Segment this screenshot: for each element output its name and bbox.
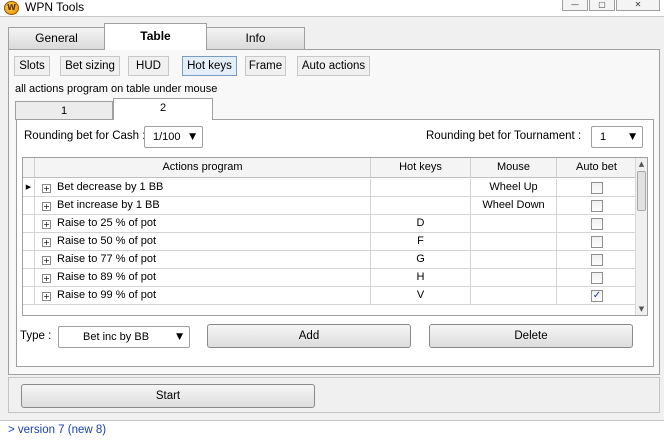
rounding-tournament-label: Rounding bet for Tournament : (426, 130, 582, 142)
auto-bet-checkbox[interactable] (591, 200, 603, 212)
hotkeys-caption: all actions program on table under mouse (15, 83, 218, 95)
rounding-cash-select[interactable]: 1/100 ▼ (144, 126, 203, 148)
hotkey-cell[interactable]: V (371, 287, 471, 305)
action-name: Bet increase by 1 BB (57, 199, 160, 211)
subtab-slots[interactable]: Slots (14, 56, 50, 76)
close-icon[interactable]: ✕ (616, 0, 660, 11)
col-hot-keys[interactable]: Hot keys (371, 158, 471, 178)
expand-icon[interactable]: + (42, 184, 51, 193)
expand-icon[interactable]: + (42, 238, 51, 247)
expand-icon[interactable]: + (42, 292, 51, 301)
auto-bet-checkbox[interactable] (591, 236, 603, 248)
scroll-thumb[interactable] (637, 171, 646, 211)
chevron-down-icon: ▼ (189, 132, 196, 142)
mouse-cell[interactable] (471, 215, 557, 233)
type-value: Bet inc by BB (83, 331, 150, 343)
type-select[interactable]: Bet inc by BB ▼ (58, 326, 190, 348)
version-status[interactable]: > version 7 (new 8) (8, 424, 106, 436)
expand-icon[interactable]: + (42, 202, 51, 211)
chevron-down-icon: ▼ (176, 332, 183, 342)
subtab-bet-sizing[interactable]: Bet sizing (60, 56, 120, 76)
action-name: Raise to 99 % of pot (57, 289, 157, 301)
hotkey-cell[interactable] (371, 197, 471, 215)
col-mouse[interactable]: Mouse (471, 158, 557, 178)
expand-icon[interactable]: + (42, 256, 51, 265)
tab-profile-2[interactable]: 2 (113, 98, 213, 120)
action-name: Raise to 25 % of pot (57, 217, 157, 229)
tab-table[interactable]: Table (104, 23, 207, 50)
action-name: Raise to 50 % of pot (57, 235, 157, 247)
grid-scrollbar[interactable]: ▲ ▼ (635, 158, 647, 315)
start-panel: Start (8, 377, 660, 413)
subtab-hot-keys[interactable]: Hot keys (182, 56, 237, 76)
delete-button[interactable]: Delete (429, 324, 633, 348)
mouse-cell[interactable] (471, 269, 557, 287)
table-row[interactable]: + Raise to 89 % of pot H (23, 269, 637, 287)
table-row[interactable]: ▶ + Bet decrease by 1 BB Wheel Up (23, 179, 637, 197)
scroll-down-icon[interactable]: ▼ (636, 303, 647, 315)
auto-bet-checkbox[interactable] (591, 272, 603, 284)
hotkey-cell[interactable]: D (371, 215, 471, 233)
rounding-tournament-select[interactable]: 1 ▼ (591, 126, 643, 148)
main-tab-strip: General Table Info (8, 23, 660, 50)
hotkey-cell[interactable]: F (371, 233, 471, 251)
table-tab-panel: Slots Bet sizing HUD Hot keys Frame Auto… (8, 49, 660, 375)
app-window: General Table Info Slots Bet sizing HUD … (0, 16, 664, 441)
chevron-down-icon: ▼ (629, 132, 636, 142)
auto-bet-checkbox[interactable] (591, 182, 603, 194)
auto-bet-checkbox[interactable] (591, 218, 603, 230)
current-row-icon: ▶ (23, 179, 35, 197)
hotkey-cell[interactable]: G (371, 251, 471, 269)
rounding-tournament-value: 1 (600, 131, 607, 143)
auto-bet-checkbox[interactable] (591, 254, 603, 266)
tab-general[interactable]: General (8, 27, 105, 49)
type-label: Type : (20, 330, 52, 342)
status-bar: > version 7 (new 8) (0, 420, 664, 441)
mouse-cell[interactable] (471, 287, 557, 305)
tab-profile-1[interactable]: 1 (15, 101, 113, 120)
action-name: Raise to 89 % of pot (57, 271, 157, 283)
col-actions-program[interactable]: Actions program (35, 158, 371, 178)
tab-info[interactable]: Info (206, 27, 305, 49)
actions-grid[interactable]: Actions program Hot keys Mouse Auto bet … (22, 157, 648, 316)
action-name: Raise to 77 % of pot (57, 253, 157, 265)
table-row[interactable]: + Raise to 77 % of pot G (23, 251, 637, 269)
profile-panel: Rounding bet for Cash : 1/100 ▼ Rounding… (16, 119, 654, 367)
hotkey-cell[interactable] (371, 179, 471, 197)
mouse-cell[interactable]: Wheel Up (471, 179, 557, 197)
mouse-cell[interactable]: Wheel Down (471, 197, 557, 215)
action-name: Bet decrease by 1 BB (57, 181, 164, 193)
table-row[interactable]: + Raise to 99 % of pot V ✓ (23, 287, 637, 305)
hotkey-cell[interactable]: H (371, 269, 471, 287)
subtab-auto-actions[interactable]: Auto actions (297, 56, 370, 76)
rounding-cash-label: Rounding bet for Cash : (24, 130, 146, 142)
maximize-icon[interactable]: ▢ (589, 0, 615, 11)
subtab-frame[interactable]: Frame (245, 56, 286, 76)
minimize-icon[interactable]: — (562, 0, 588, 11)
table-row[interactable]: + Raise to 50 % of pot F (23, 233, 637, 251)
col-auto-bet[interactable]: Auto bet (557, 158, 637, 178)
add-button[interactable]: Add (207, 324, 411, 348)
grid-header-indicator (23, 158, 35, 178)
mouse-cell[interactable] (471, 251, 557, 269)
expand-icon[interactable]: + (42, 220, 51, 229)
subtab-hud[interactable]: HUD (128, 56, 169, 76)
grid-header: Actions program Hot keys Mouse Auto bet (23, 158, 637, 178)
auto-bet-checkbox[interactable]: ✓ (591, 290, 603, 302)
table-row[interactable]: + Raise to 25 % of pot D (23, 215, 637, 233)
title-bar: W WPN Tools — ▢ ✕ (0, 0, 664, 16)
table-row[interactable]: + Bet increase by 1 BB Wheel Down (23, 197, 637, 215)
scroll-up-icon[interactable]: ▲ (636, 158, 647, 170)
app-logo-icon: W (4, 1, 19, 15)
mouse-cell[interactable] (471, 233, 557, 251)
start-button[interactable]: Start (21, 384, 315, 408)
rounding-cash-value: 1/100 (153, 131, 181, 143)
expand-icon[interactable]: + (42, 274, 51, 283)
window-title: WPN Tools (25, 0, 85, 14)
